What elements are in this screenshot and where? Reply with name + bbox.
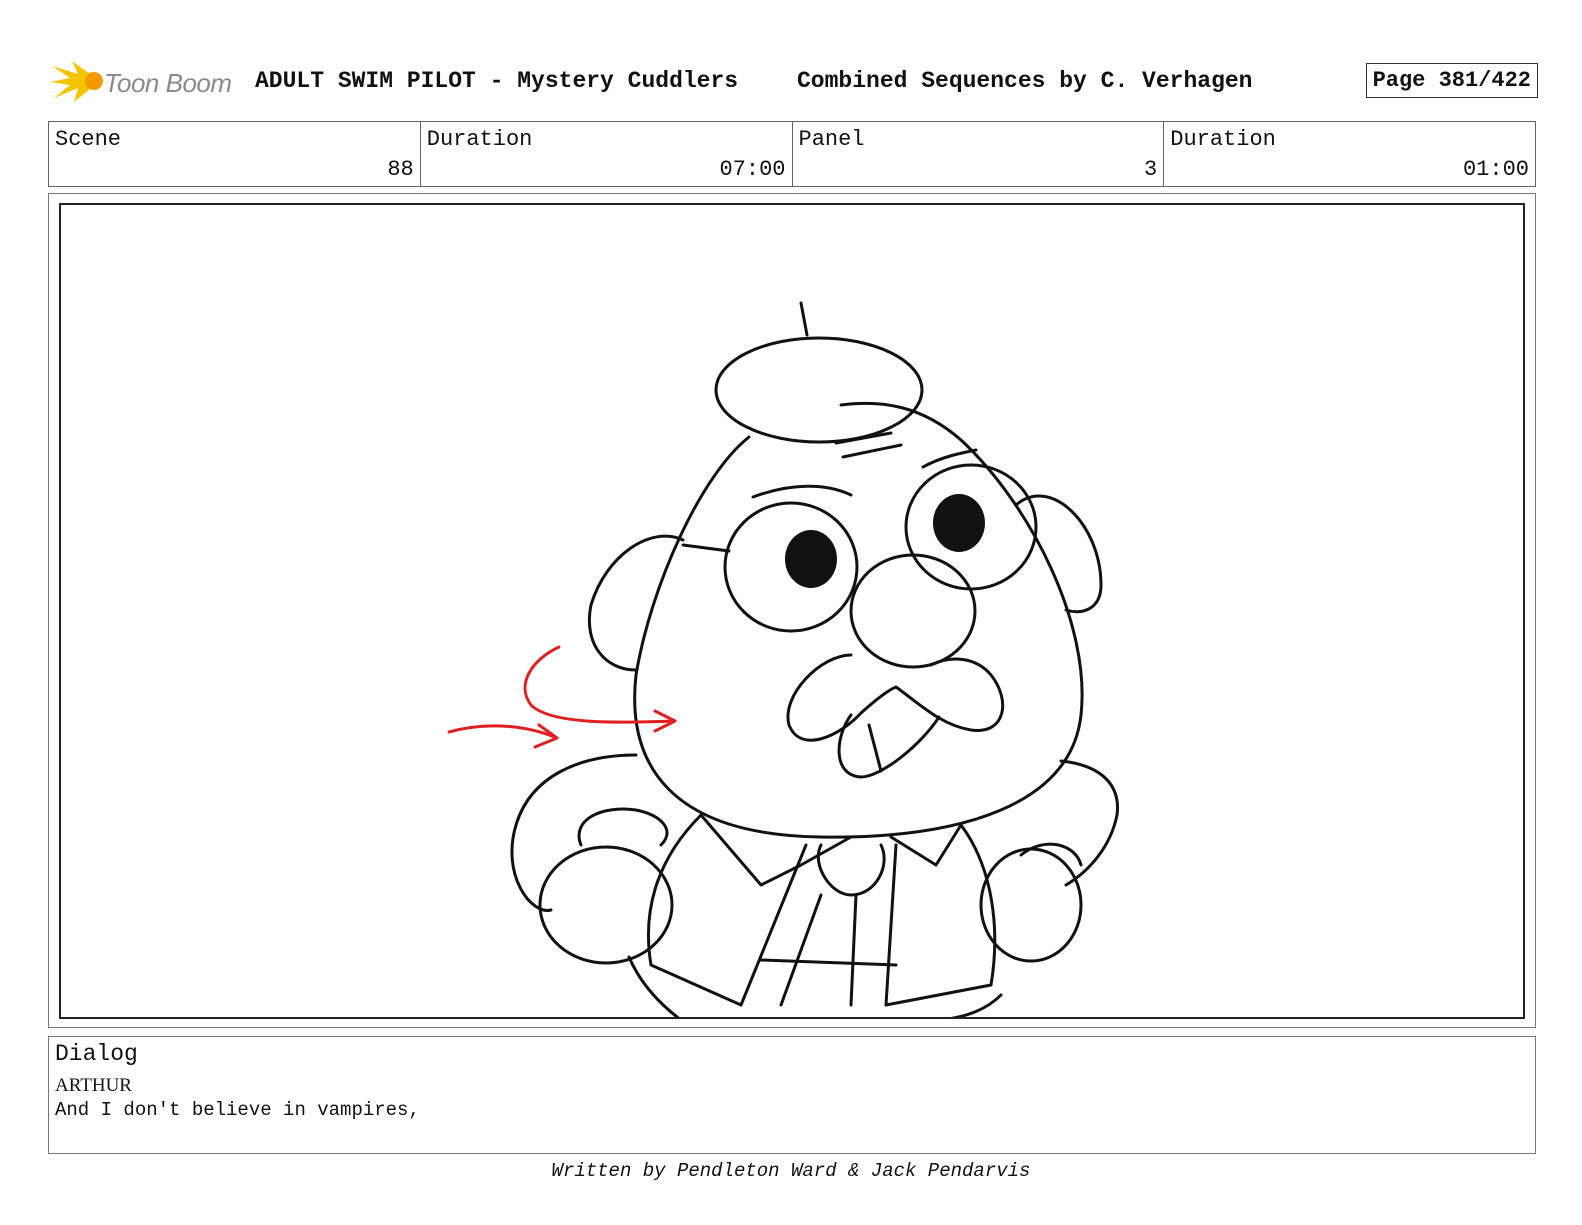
scene-duration-cell: Duration 07:00	[421, 122, 793, 186]
toon-boom-logo: Toon Boom	[50, 56, 250, 106]
mouth	[837, 713, 941, 779]
sequence-subtitle: Combined Sequences by C. Verhagen	[797, 68, 1253, 94]
character-sketch	[447, 301, 1119, 1017]
project-title: ADULT SWIM PILOT - Mystery Cuddlers	[255, 68, 739, 94]
body	[510, 753, 638, 912]
panel-duration-label: Duration	[1170, 127, 1276, 152]
nose	[849, 553, 977, 669]
jacket-edge	[884, 823, 997, 1007]
mustache	[786, 653, 1005, 742]
storyboard-panel	[59, 203, 1525, 1019]
scene-value: 88	[387, 157, 414, 182]
writer-credit: Written by Pendleton Ward & Jack Pendarv…	[551, 1160, 1031, 1182]
dialog-label: Dialog	[55, 1041, 138, 1067]
brow-left	[751, 484, 853, 499]
page-number: Page 381/422	[1365, 63, 1538, 98]
pupil-left	[785, 530, 837, 588]
dialog-line: And I don't believe in vampires,	[55, 1099, 420, 1121]
dialog-box: Dialog ARTHUR And I don't believe in vam…	[48, 1036, 1536, 1154]
suit-line	[739, 843, 808, 1007]
body-bottom	[950, 993, 1003, 1017]
beret	[714, 336, 924, 444]
mouth-line	[867, 723, 883, 773]
head	[633, 401, 1084, 839]
suit-line	[759, 958, 898, 967]
panel-duration-value: 01:00	[1462, 157, 1529, 182]
panel-duration-cell: Duration 01:00	[1164, 122, 1535, 186]
panel-label: Panel	[798, 127, 865, 152]
storyboard-header: Toon Boom ADULT SWIM PILOT - Mystery Cud…	[50, 52, 1538, 108]
scene-duration-label: Duration	[426, 127, 533, 152]
panel-cell: Panel 3	[793, 122, 1165, 186]
forehead-line	[841, 443, 903, 459]
logo-text: Toon Boom	[104, 68, 232, 98]
forehead-line	[834, 431, 893, 445]
beret	[799, 301, 809, 337]
pupil-right	[933, 494, 985, 552]
thumb-left	[577, 807, 669, 847]
tie-line	[779, 893, 823, 1007]
suit-line	[884, 843, 898, 1007]
hand-right	[979, 847, 1083, 963]
collar	[699, 813, 853, 887]
tie-line	[849, 893, 858, 1007]
glasses-bridge	[681, 543, 731, 553]
ear-left	[588, 534, 685, 672]
body	[1059, 759, 1119, 887]
motion-arrow	[523, 645, 677, 724]
tie	[816, 843, 886, 897]
scene-info-row: Scene 88 Duration 07:00 Panel 3 Duration…	[48, 121, 1536, 187]
dialog-speaker: ARTHUR	[55, 1075, 132, 1096]
motion-arrow-head	[533, 723, 559, 749]
panel-value: 3	[1144, 157, 1158, 182]
scene-cell: Scene 88	[49, 122, 421, 186]
starburst-icon	[50, 61, 103, 102]
scene-label: Scene	[55, 127, 122, 152]
storyboard-panel-frame	[48, 193, 1536, 1028]
scene-duration-value: 07:00	[719, 157, 786, 182]
